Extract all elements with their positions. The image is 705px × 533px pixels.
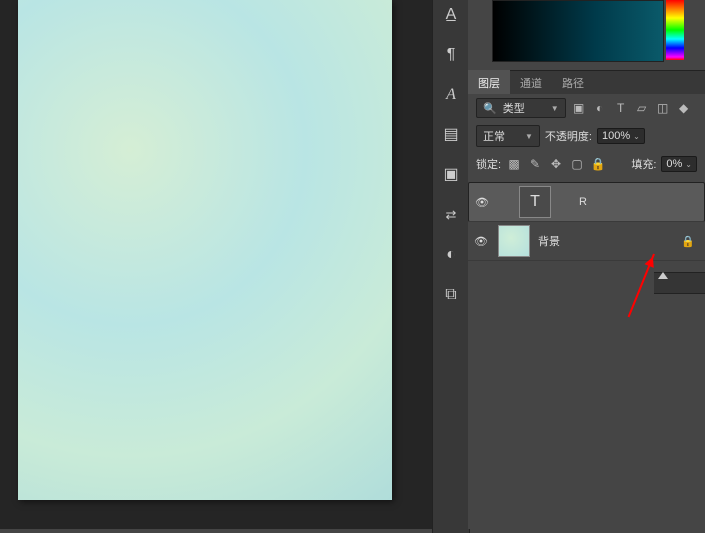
- fill-input[interactable]: 0% ⌄: [661, 156, 697, 172]
- layer-thumb: [498, 225, 530, 257]
- lock-position-icon[interactable]: ✥: [548, 156, 564, 172]
- layer-row[interactable]: 👁 T R: [468, 182, 705, 222]
- lock-label: 锁定:: [476, 156, 501, 172]
- chevron-down-icon: ▼: [551, 104, 559, 113]
- layers-panel: 🔍 ▼ ▣ ◐ T ▱ ◫ ◆ 正常 ▼ 不透明度: 100% ⌄ 锁定: ▩: [468, 94, 705, 529]
- tab-paths[interactable]: 路径: [552, 70, 594, 96]
- lock-artboard-icon[interactable]: ▢: [569, 156, 585, 172]
- libraries-panel-icon[interactable]: ⧉: [440, 284, 462, 306]
- fill-slider-popup[interactable]: [654, 272, 705, 294]
- panel-tabs: 图层 通道 路径: [468, 70, 705, 95]
- notes-panel-icon[interactable]: ▣: [440, 164, 462, 186]
- layer-filter[interactable]: 🔍 ▼: [476, 98, 566, 118]
- layer-row[interactable]: 👁 背景 🔒: [468, 222, 705, 261]
- canvas-area: [0, 0, 432, 529]
- opacity-label: 不透明度:: [545, 128, 592, 144]
- properties-panel-icon[interactable]: ▤: [440, 124, 462, 146]
- glyphs-panel-icon[interactable]: A: [440, 84, 462, 106]
- layer-name[interactable]: 背景: [538, 233, 681, 249]
- chevron-down-icon: ⌄: [633, 132, 640, 141]
- filter-shape-icon[interactable]: ▱: [634, 100, 650, 116]
- blend-mode-select[interactable]: 正常 ▼: [476, 125, 540, 147]
- color-picker[interactable]: [492, 0, 664, 62]
- visibility-toggle[interactable]: 👁: [473, 196, 491, 209]
- chevron-down-icon: ⌄: [685, 160, 692, 169]
- lock-transparency-icon[interactable]: ▩: [506, 156, 522, 172]
- panels: 图层 通道 路径 🔍 ▼ ▣ ◐ T ▱ ◫ ◆ 正常 ▼ 不透明度: 100%: [468, 0, 705, 529]
- opacity-input[interactable]: 100% ⌄: [597, 128, 645, 144]
- filter-smart-icon[interactable]: ◫: [655, 100, 671, 116]
- filter-pixel-icon[interactable]: ▣: [571, 100, 587, 116]
- lock-all-icon[interactable]: 🔒: [590, 156, 606, 172]
- layer-name[interactable]: R: [579, 196, 700, 208]
- lock-pixels-icon[interactable]: ✎: [527, 156, 543, 172]
- swatches-panel-icon[interactable]: ◐: [440, 244, 462, 266]
- blend-mode-label: 正常: [483, 128, 505, 144]
- char-panel-icon[interactable]: A̲: [440, 4, 462, 26]
- document-canvas[interactable]: [18, 0, 392, 500]
- chevron-down-icon: ▼: [525, 132, 533, 141]
- lock-icon: 🔒: [681, 235, 701, 248]
- search-icon: 🔍: [483, 102, 497, 115]
- hue-spectrum[interactable]: [666, 0, 684, 60]
- fill-label: 填充:: [631, 156, 656, 172]
- layer-list: 👁 T R 👁 背景 🔒: [468, 182, 705, 261]
- paragraph-panel-icon[interactable]: ¶: [440, 44, 462, 66]
- filter-adjust-icon[interactable]: ◐: [592, 100, 608, 116]
- text-layer-thumb: T: [519, 186, 551, 218]
- tab-channels[interactable]: 通道: [510, 70, 552, 96]
- adjustments-panel-icon[interactable]: ⇄: [440, 204, 462, 226]
- filter-type-select[interactable]: [501, 101, 547, 115]
- slider-handle[interactable]: [658, 267, 668, 279]
- panel-dock: A̲ ¶ A ▤ ▣ ⇄ ◐ ⧉: [432, 0, 470, 533]
- tab-layers[interactable]: 图层: [468, 70, 510, 96]
- annotation-arrow: [628, 254, 655, 318]
- filter-artboard-icon[interactable]: ◆: [676, 100, 692, 116]
- filter-type-icon[interactable]: T: [613, 100, 629, 116]
- visibility-toggle[interactable]: 👁: [472, 235, 490, 248]
